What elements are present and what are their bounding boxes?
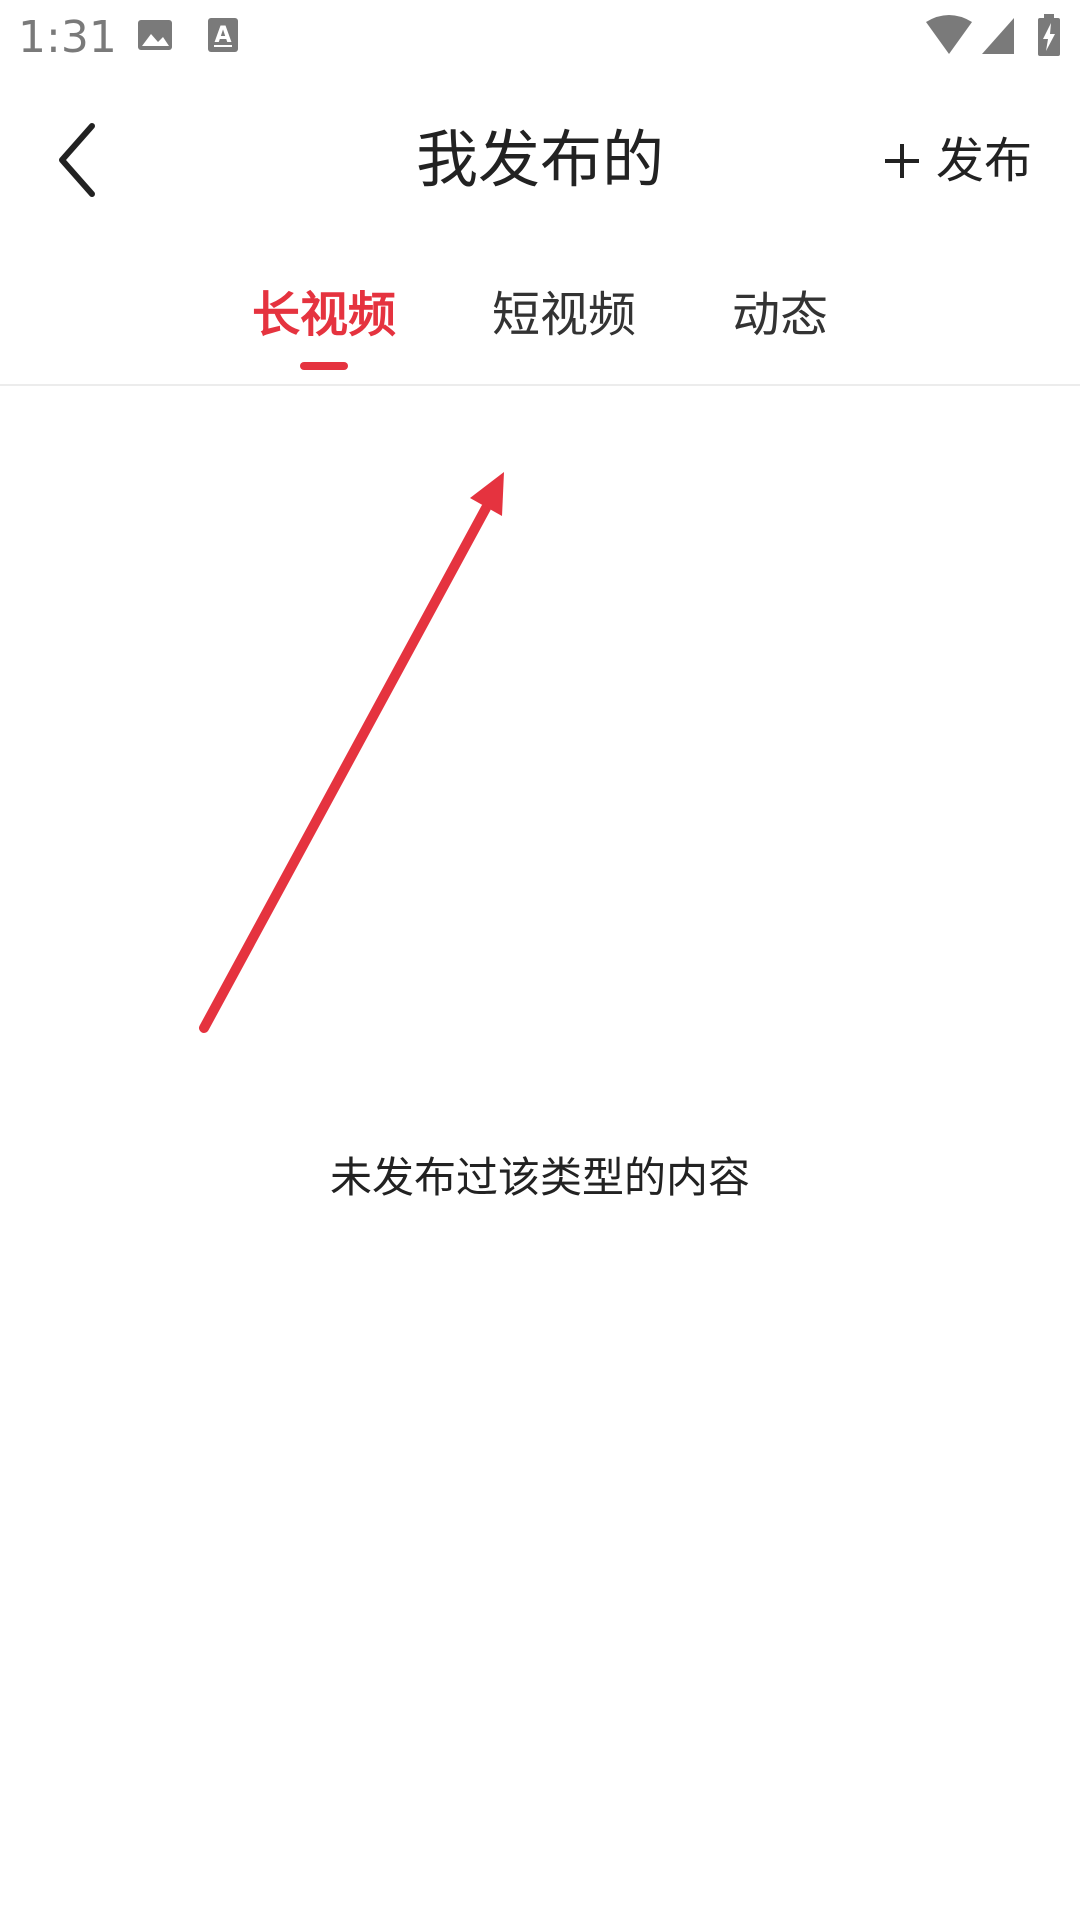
tab-label: 动态 bbox=[732, 287, 829, 343]
battery-charging-icon bbox=[1038, 14, 1060, 56]
active-tab-indicator bbox=[300, 362, 348, 370]
screen: 1:31 A 我发布的 发布 长视频 短视频 动态 未发布过该类型的内容 bbox=[0, 0, 1080, 1920]
text-a-icon: A bbox=[208, 18, 238, 52]
tab-long-video[interactable]: 长视频 bbox=[252, 280, 396, 380]
image-icon bbox=[138, 20, 172, 50]
publish-label: 发布 bbox=[935, 133, 1032, 189]
plus-icon bbox=[884, 144, 919, 178]
publish-button[interactable]: 发布 bbox=[882, 126, 1032, 196]
tab-label: 长视频 bbox=[252, 287, 397, 343]
status-time: 1:31 bbox=[18, 12, 117, 63]
status-bar: 1:31 A bbox=[0, 0, 1080, 80]
wifi-icon bbox=[926, 15, 972, 54]
cellular-signal-icon bbox=[982, 18, 1014, 54]
toolbar: 我发布的 发布 bbox=[0, 80, 1080, 240]
svg-text:A: A bbox=[214, 23, 231, 48]
tab-feed[interactable]: 动态 bbox=[732, 280, 828, 380]
tab-label: 短视频 bbox=[492, 287, 637, 343]
tab-bar: 长视频 短视频 动态 bbox=[0, 270, 1080, 386]
empty-state-message: 未发布过该类型的内容 bbox=[329, 1153, 750, 1202]
tab-short-video[interactable]: 短视频 bbox=[492, 280, 636, 380]
